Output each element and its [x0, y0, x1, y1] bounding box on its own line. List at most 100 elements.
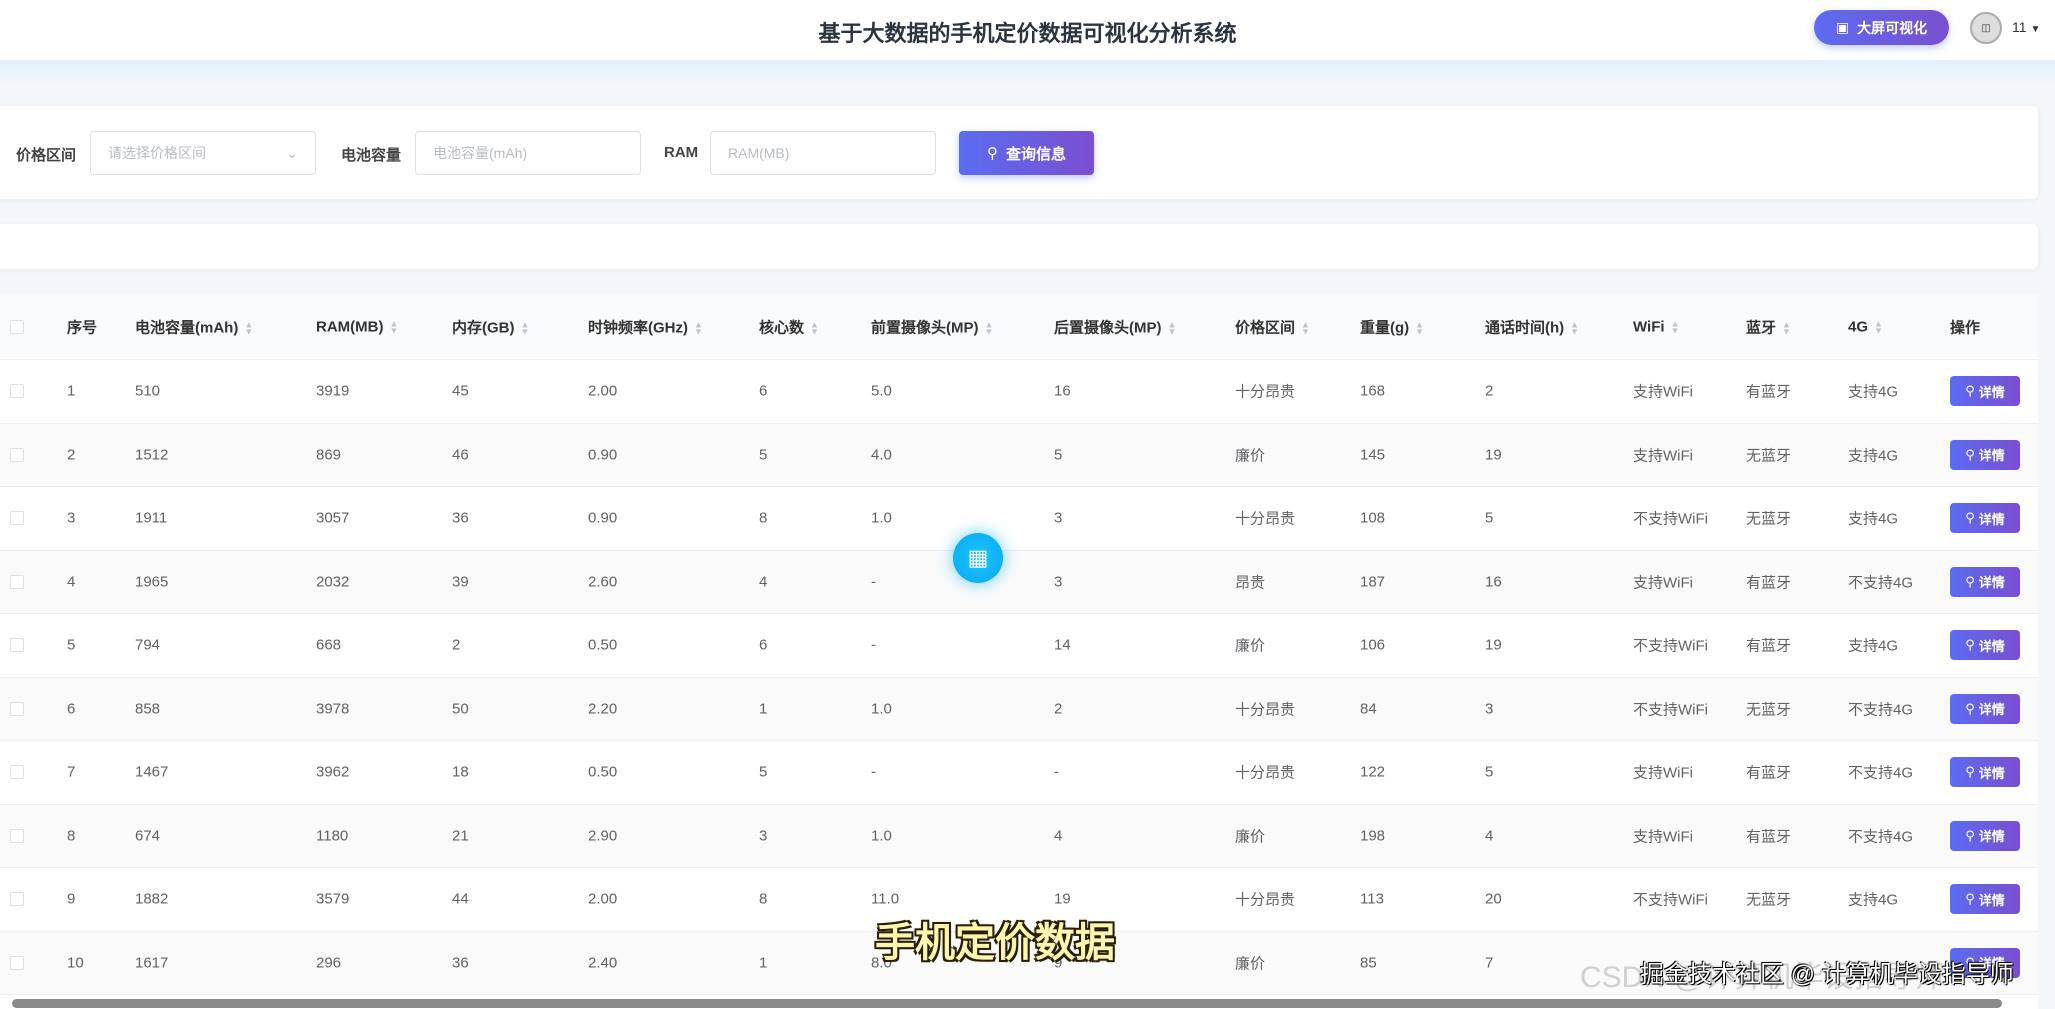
row-checkbox[interactable] [10, 956, 24, 970]
column-header[interactable]: RAM(MB) ▲▼ [316, 318, 398, 335]
sort-icon[interactable]: ▲▼ [694, 321, 703, 335]
ram-input[interactable]: RAM(MB) [710, 131, 936, 175]
ram-placeholder: RAM(MB) [728, 145, 789, 161]
sort-icon[interactable]: ▲▼ [1415, 321, 1424, 335]
table-cell: 1.0 [871, 510, 892, 527]
table-cell: 3 [1054, 510, 1062, 527]
grid-menu-button[interactable]: ▦ [953, 533, 1003, 583]
row-checkbox[interactable] [10, 702, 24, 716]
table-cell: 有蓝牙 [1746, 825, 1791, 846]
column-header-label: 电池容量(mAh) [135, 319, 238, 336]
table-cell: 支持4G [1848, 889, 1898, 910]
table-cell: 20 [1485, 891, 1502, 908]
column-header[interactable]: 电池容量(mAh) ▲▼ [135, 316, 253, 337]
table-cell: 3978 [316, 700, 349, 717]
sort-icon[interactable]: ▲▼ [1168, 321, 1177, 335]
search-icon: ⚲ [987, 144, 998, 162]
column-header[interactable]: 后置摄像头(MP)▲▼ [1054, 316, 1176, 337]
table-cell: - [1054, 764, 1059, 781]
table-cell: 45 [452, 383, 469, 400]
column-header[interactable]: 重量(g)▲▼ [1360, 316, 1424, 337]
detail-button[interactable]: ⚲详情 [1950, 694, 2020, 724]
table-cell: 0.90 [588, 446, 617, 463]
column-header-label: RAM(MB) [316, 318, 383, 335]
table-cell: 支持WiFi [1633, 571, 1693, 592]
sort-icon[interactable]: ▲▼ [1782, 321, 1791, 335]
detail-button[interactable]: ⚲详情 [1950, 757, 2020, 787]
row-checkbox[interactable] [10, 384, 24, 398]
select-all-checkbox[interactable] [10, 320, 24, 334]
table-cell: 108 [1360, 510, 1385, 527]
row-checkbox[interactable] [10, 765, 24, 779]
column-header[interactable]: 内存(GB)▲▼ [452, 316, 529, 337]
table-cell: 2.40 [588, 954, 617, 971]
table-cell: 1512 [135, 446, 168, 463]
table-header: 序号电池容量(mAh)▲▼RAM(MB)▲▼内存(GB)▲▼时钟频率(GHz)▲… [0, 294, 2038, 360]
row-checkbox[interactable] [10, 511, 24, 525]
table-cell: 9 [67, 891, 75, 908]
sort-icon[interactable]: ▲▼ [521, 321, 530, 335]
column-header[interactable]: 时钟频率(GHz)▲▼ [588, 316, 703, 337]
search-icon: ⚲ [1965, 891, 1975, 907]
column-header[interactable]: 4G▲▼ [1848, 318, 1883, 335]
username: 11 [2012, 19, 2027, 35]
table-cell: 十分昂贵 [1235, 508, 1295, 529]
table-row: 68583978502.2011.02十分昂贵843不支持WiFi无蓝牙不支持4… [0, 678, 2038, 742]
table-cell: 8 [759, 891, 767, 908]
column-header[interactable]: 前置摄像头(MP)▲▼ [871, 316, 993, 337]
sort-icon[interactable]: ▲▼ [1874, 320, 1883, 334]
row-checkbox[interactable] [10, 575, 24, 589]
table-cell: 7 [1485, 954, 1493, 971]
sort-icon[interactable]: ▲▼ [1570, 321, 1579, 335]
sort-icon[interactable]: ▲▼ [810, 321, 819, 335]
column-header-label: 核心数 [759, 319, 804, 336]
detail-button[interactable]: ⚲详情 [1950, 440, 2020, 470]
user-menu[interactable]: 11 ▼ [2012, 19, 2040, 35]
column-header-label: 蓝牙 [1746, 319, 1776, 336]
column-header[interactable]: 通话时间(h)▲▼ [1485, 316, 1579, 337]
sort-icon[interactable]: ▲▼ [244, 321, 253, 335]
column-header[interactable]: 价格区间▲▼ [1235, 316, 1310, 337]
detail-button[interactable]: ⚲详情 [1950, 821, 2020, 851]
detail-label: 详情 [1979, 572, 2005, 591]
table-row: 419652032392.604-3昂贵18716支持WiFi有蓝牙不支持4G⚲… [0, 551, 2038, 615]
detail-button[interactable]: ⚲详情 [1950, 567, 2020, 597]
row-checkbox[interactable] [10, 638, 24, 652]
sort-icon[interactable]: ▲▼ [985, 321, 994, 335]
table-cell: 3 [1054, 573, 1062, 590]
search-icon: ⚲ [1965, 828, 1975, 844]
detail-button[interactable]: ⚲详情 [1950, 884, 2020, 914]
column-header[interactable]: 核心数 ▲▼ [759, 316, 819, 337]
column-header[interactable]: 蓝牙 ▲▼ [1746, 316, 1791, 337]
sort-icon[interactable]: ▲▼ [1671, 320, 1680, 334]
horizontal-scrollbar[interactable] [12, 999, 2002, 1008]
sort-icon[interactable]: ▲▼ [389, 320, 398, 334]
table-cell: 19 [1054, 891, 1071, 908]
table-cell: 廉价 [1235, 444, 1265, 465]
query-button[interactable]: ⚲查询信息 [959, 131, 1094, 175]
row-checkbox[interactable] [10, 448, 24, 462]
table-cell: 1180 [316, 827, 348, 844]
table-cell: 11.0 [871, 891, 899, 908]
detail-button[interactable]: ⚲详情 [1950, 376, 2020, 406]
price-range-label: 价格区间 [16, 144, 76, 165]
avatar[interactable]: ◫ [1970, 12, 2002, 44]
table-cell: 44 [452, 891, 469, 908]
sort-icon[interactable]: ▲▼ [1301, 321, 1310, 335]
video-caption: 手机定价数据 [875, 910, 1115, 968]
big-screen-button[interactable]: ▣大屏可视化 [1814, 10, 1949, 45]
table-cell: 39 [452, 573, 469, 590]
table-cell: 十分昂贵 [1235, 762, 1295, 783]
column-header-label: 序号 [67, 319, 97, 336]
row-checkbox[interactable] [10, 829, 24, 843]
detail-button[interactable]: ⚲详情 [1950, 503, 2020, 533]
price-range-select[interactable]: 请选择价格区间⌄ [90, 131, 316, 175]
detail-button[interactable]: ⚲详情 [1950, 630, 2020, 660]
row-checkbox[interactable] [10, 892, 24, 906]
table-cell: 支持WiFi [1633, 762, 1693, 783]
table-cell: 1617 [135, 954, 168, 971]
column-header[interactable]: WiFi▲▼ [1633, 318, 1679, 335]
battery-input[interactable]: 电池容量(mAh) [415, 131, 641, 175]
table-row: 714673962180.505--十分昂贵1225支持WiFi有蓝牙不支持4G… [0, 741, 2038, 805]
table-cell: 不支持WiFi [1633, 889, 1708, 910]
